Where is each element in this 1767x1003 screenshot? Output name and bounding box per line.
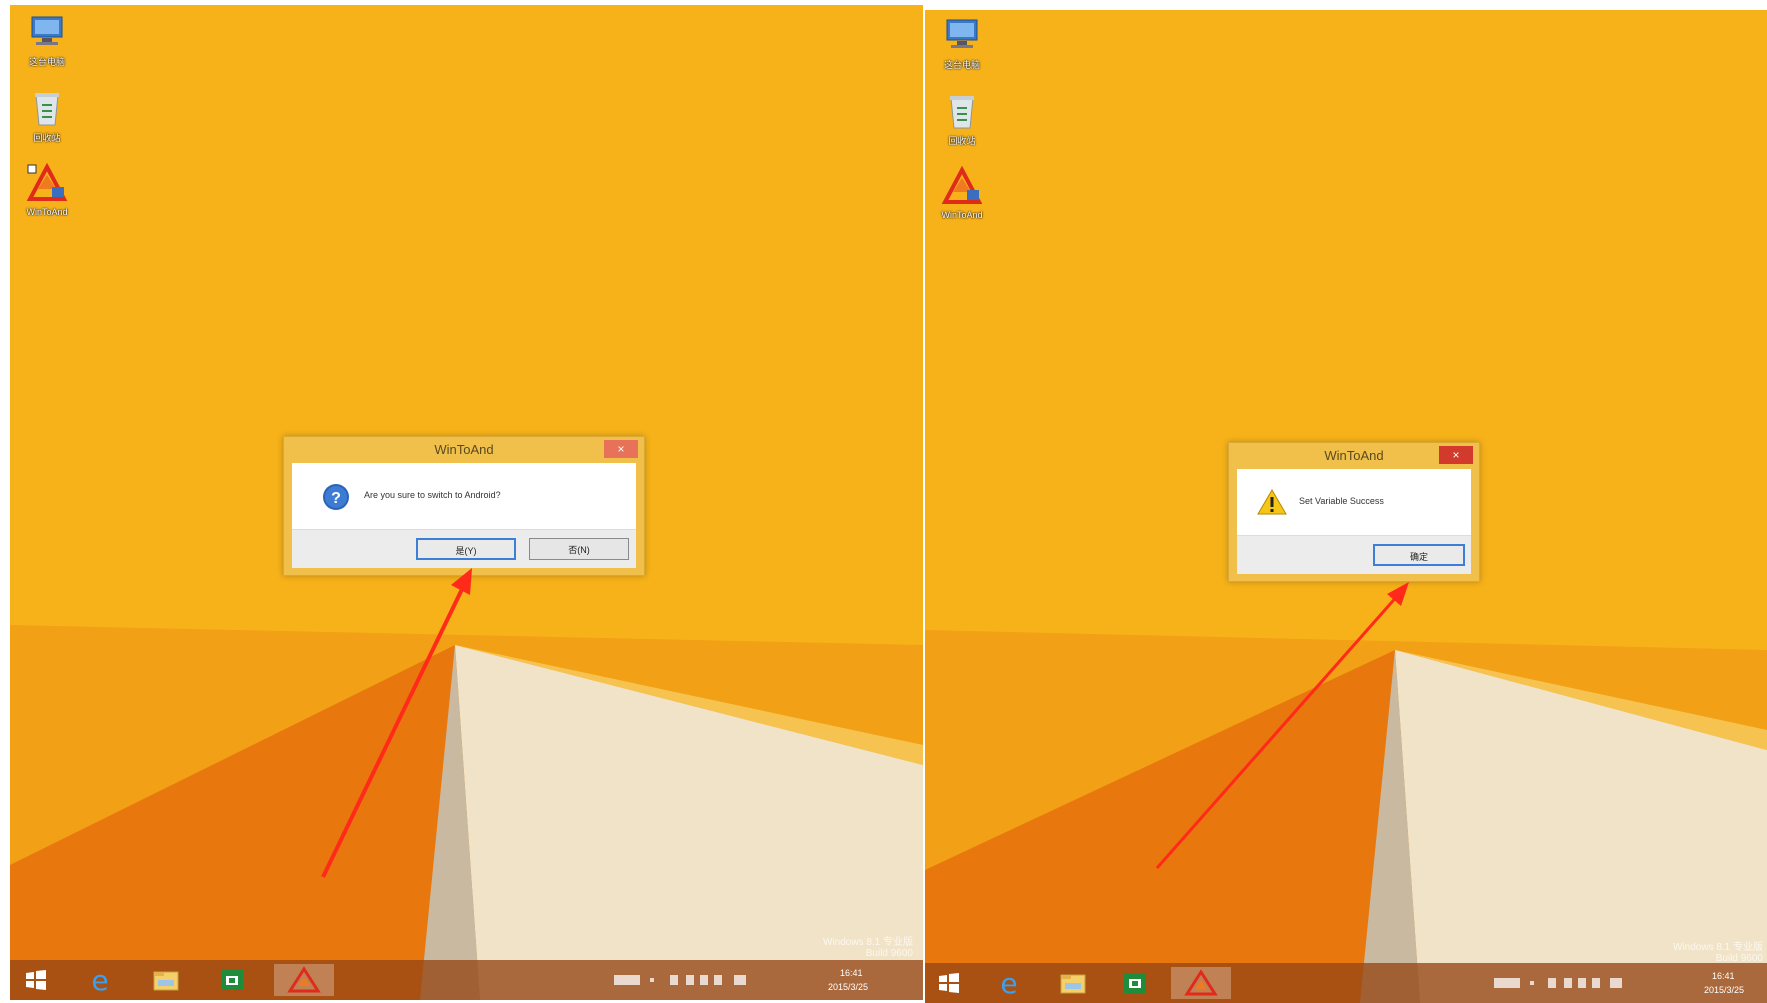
clock-date[interactable]: 2015/3/25 [1704, 985, 1744, 995]
system-tray: 16:41 2015/3/25 [610, 960, 923, 1000]
taskbar: e 16:41 2015/3/25 [925, 963, 1767, 1003]
clock-time[interactable]: 16:41 [1712, 971, 1735, 981]
start-icon [26, 970, 46, 990]
clock-time[interactable]: 16:41 [840, 968, 863, 978]
battery-icon[interactable] [1564, 978, 1572, 988]
battery-icon[interactable] [686, 975, 694, 985]
red-annotation-arrow [321, 568, 472, 878]
internet-explorer-icon: e [1000, 967, 1017, 1000]
windows-watermark: Windows 8.1 专业版 Build 9600 [823, 933, 913, 959]
store-icon [221, 970, 243, 990]
red-annotation-arrow [1155, 582, 1409, 869]
start-icon [939, 973, 959, 993]
show-hidden-icon[interactable] [1530, 981, 1534, 985]
svg-text:e: e [91, 964, 108, 996]
windows-watermark: Windows 8.1 专业版 Build 9600 [1673, 938, 1763, 964]
notification-icon[interactable] [1610, 978, 1622, 988]
start-button[interactable] [925, 967, 973, 999]
volume-icon[interactable] [1592, 978, 1600, 988]
store-icon [1124, 973, 1146, 993]
flag-icon[interactable] [1548, 978, 1556, 988]
taskbar-file-explorer[interactable] [1049, 967, 1097, 999]
left-screenshot-panel: 这台电脑 回收站 WinToAnd WinToAnd × ? Are you s… [10, 5, 923, 1000]
system-tray: 16:41 2015/3/25 [1490, 963, 1767, 1003]
internet-explorer-icon: e [91, 964, 108, 997]
watermark-line1: Windows 8.1 专业版 [1672, 942, 1763, 953]
watermark-line2: Build 9600 [865, 948, 913, 959]
taskbar-store[interactable] [1111, 967, 1159, 999]
taskbar-file-explorer[interactable] [142, 964, 190, 996]
notification-icon[interactable] [734, 975, 746, 985]
volume-icon[interactable] [714, 975, 722, 985]
watermark-line1: Windows 8.1 专业版 [822, 937, 913, 948]
network-icon[interactable] [700, 975, 708, 985]
svg-text:e: e [1000, 967, 1017, 999]
show-hidden-icon[interactable] [650, 978, 654, 982]
taskbar-wintoand[interactable] [274, 964, 334, 996]
taskbar-ie[interactable]: e [76, 964, 124, 997]
wintoand-icon [1184, 969, 1218, 996]
start-button[interactable] [12, 964, 60, 996]
network-icon[interactable] [1578, 978, 1586, 988]
flag-icon[interactable] [670, 975, 678, 985]
taskbar-store[interactable] [208, 964, 256, 996]
taskbar: e 16:41 2015/3/25 [10, 960, 923, 1000]
file-explorer-icon [1060, 974, 1086, 994]
wintoand-icon [287, 966, 321, 993]
right-screenshot-panel: 这台电脑 回收站 WinToAnd WinToAnd × Set Variabl… [925, 10, 1767, 1003]
keyboard-icon[interactable] [614, 975, 640, 985]
keyboard-icon[interactable] [1494, 978, 1520, 988]
taskbar-wintoand[interactable] [1171, 967, 1231, 999]
clock-date[interactable]: 2015/3/25 [828, 982, 868, 992]
taskbar-ie[interactable]: e [985, 967, 1033, 1000]
file-explorer-icon [153, 971, 179, 991]
